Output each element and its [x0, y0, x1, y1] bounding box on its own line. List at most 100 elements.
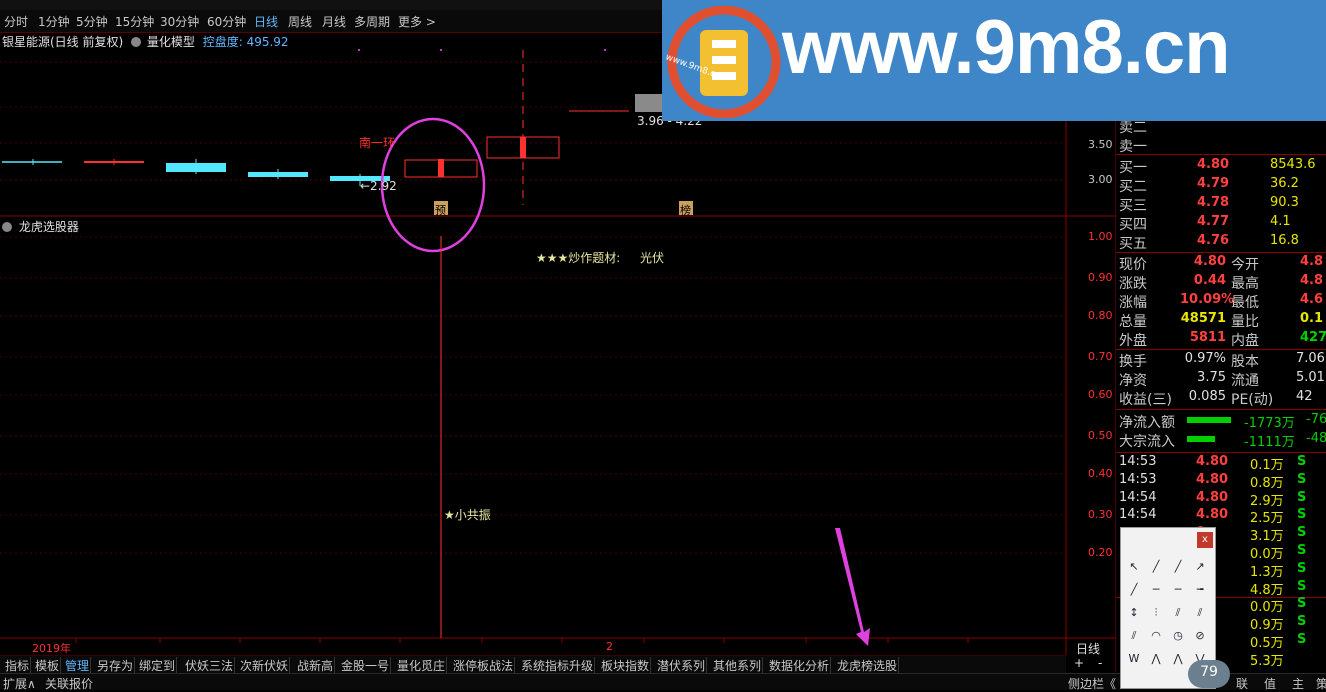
- pitchfork-icon[interactable]: ⫽: [1191, 604, 1209, 622]
- zigzag-icon[interactable]: ⋀: [1147, 650, 1165, 668]
- stat-value: 3.75: [1197, 370, 1226, 385]
- indicator-tab[interactable]: 模板: [34, 657, 62, 674]
- y-tick-sub: 1.00: [1088, 230, 1113, 243]
- vline-icon[interactable]: ↕: [1125, 604, 1143, 622]
- signal-dot: [604, 49, 606, 51]
- line-icon[interactable]: ╱: [1147, 558, 1165, 576]
- arc-icon[interactable]: ◠: [1147, 627, 1165, 645]
- flow-extra: -76: [1306, 412, 1326, 427]
- indicator-tab[interactable]: 龙虎榜选股: [836, 657, 900, 674]
- ray-icon[interactable]: ╱: [1169, 558, 1187, 576]
- stat-label: 内盘: [1231, 333, 1259, 349]
- tick-time: 14:54: [1119, 507, 1157, 523]
- stat-label: 收益(三): [1119, 392, 1172, 408]
- status-item[interactable]: 策: [1316, 675, 1326, 692]
- gann-icon[interactable]: ⫽: [1125, 627, 1143, 645]
- buy-level-label: 买一: [1119, 160, 1147, 176]
- status-item[interactable]: 联: [1236, 675, 1248, 692]
- parallel-icon[interactable]: ─: [1169, 581, 1187, 599]
- cycle-icon[interactable]: ⊘: [1191, 627, 1209, 645]
- stat-label: 净资: [1119, 373, 1147, 389]
- tick-side: S: [1297, 578, 1307, 594]
- candle-6-volume-mark: [438, 159, 444, 177]
- indicator-tab[interactable]: 指标: [4, 657, 32, 674]
- sub-chart-title[interactable]: 龙虎选股器: [19, 220, 79, 234]
- hline-icon[interactable]: ─: [1147, 581, 1165, 599]
- wave-icon[interactable]: W: [1125, 650, 1143, 668]
- extend-icon[interactable]: ╼: [1191, 581, 1209, 599]
- indicator-tab[interactable]: 伏妖三法: [184, 657, 236, 674]
- tick-volume: 0.1万: [1250, 458, 1284, 473]
- watermark-text: www.9m8.cn: [782, 5, 1231, 90]
- tick-volume: 5.3万: [1250, 653, 1284, 669]
- buy-level-price: 4.80: [1197, 157, 1230, 172]
- related-quote-button[interactable]: 关联报价: [45, 675, 93, 692]
- buy-level-volume: 8543.6: [1270, 157, 1316, 172]
- tick-volume: 3.1万: [1250, 529, 1284, 545]
- year-label: 2019年: [32, 642, 71, 655]
- y-tick-sub: 0.50: [1088, 429, 1113, 442]
- toolbox-close-button[interactable]: x: [1197, 532, 1213, 548]
- indicator-tab[interactable]: 次新伏妖: [239, 657, 291, 674]
- segment-icon[interactable]: ╱: [1125, 581, 1143, 599]
- tick-side: S: [1297, 525, 1307, 541]
- tick-side: S: [1297, 632, 1307, 647]
- indicator-tab[interactable]: 战新高: [296, 657, 336, 674]
- indicator-tab[interactable]: 系统指标升级: [520, 657, 596, 674]
- tick-price: 4.80: [1196, 454, 1229, 469]
- stat-label: 现价: [1119, 257, 1147, 273]
- panel-divider: [1116, 154, 1326, 155]
- expand-button[interactable]: 扩展∧: [3, 675, 36, 692]
- sub-chart-header: 龙虎选股器: [2, 218, 79, 235]
- theme-value: 光伏: [640, 251, 665, 265]
- sidebar-toggle[interactable]: 侧边栏《: [1068, 675, 1116, 692]
- indicator-tabs: 指标 模板 管理 另存为 绑定到 伏妖三法 次新伏妖 战新高 金股一号 量化觅庄 涨停板战法 系统指标…: [0, 655, 1066, 674]
- indicator-tab[interactable]: 绑定到: [138, 657, 178, 674]
- status-item[interactable]: 值: [1264, 675, 1276, 692]
- stat-label: 换手: [1119, 354, 1147, 370]
- sell-level-label: 卖一: [1119, 139, 1147, 155]
- status-item[interactable]: 主: [1292, 675, 1304, 692]
- month-label: 2: [606, 640, 613, 653]
- stat-value: 7.06: [1296, 351, 1325, 366]
- indicator-tab[interactable]: 板块指数: [600, 657, 652, 674]
- stat-label: 流通: [1231, 373, 1259, 389]
- arrow-icon[interactable]: ↗: [1191, 558, 1209, 576]
- tick-side: S: [1297, 543, 1307, 558]
- stat-value: 4.6: [1300, 292, 1324, 307]
- stat-label: 涨幅: [1119, 295, 1147, 311]
- stat-value: 0.44: [1193, 273, 1226, 288]
- y-tick-sub: 0.20: [1088, 546, 1113, 559]
- period-label[interactable]: 日线: [1076, 640, 1100, 657]
- zoom-out-button[interactable]: -: [1098, 656, 1102, 670]
- cursor-icon[interactable]: ↖: [1125, 558, 1143, 576]
- indicator-tab[interactable]: 潜伏系列: [656, 657, 708, 674]
- circle-icon[interactable]: ◷: [1169, 627, 1187, 645]
- tick-volume: 0.0万: [1250, 600, 1284, 616]
- tick-side: S: [1297, 596, 1307, 612]
- buy-level-volume: 4.1: [1270, 214, 1291, 229]
- volume-badge[interactable]: 79: [1188, 660, 1230, 688]
- watermark-banner: www.9m8.cn www.9m8.cn: [662, 0, 1326, 121]
- indicator-tab[interactable]: 其他系列: [712, 657, 764, 674]
- fib-icon[interactable]: ⫶: [1147, 604, 1165, 622]
- indicator-tab[interactable]: 数据化分析: [768, 657, 832, 674]
- flow-bar: [1187, 436, 1215, 442]
- indicator-tab[interactable]: 金股一号: [340, 657, 392, 674]
- signal-dot: [358, 49, 360, 51]
- indicator-tab[interactable]: 另存为: [96, 657, 136, 674]
- tick-side: S: [1297, 471, 1307, 487]
- y-tick-sub: 0.30: [1088, 508, 1113, 521]
- candles: [2, 49, 665, 205]
- indicator-tab[interactable]: 量化觅庄: [396, 657, 448, 674]
- stat-value: 48571: [1180, 311, 1226, 326]
- tick-price: 4.80: [1196, 507, 1229, 523]
- tick-volume: 1.3万: [1250, 564, 1284, 580]
- indicator-tab[interactable]: 管理: [64, 657, 92, 674]
- pattern-icon[interactable]: ⋀: [1169, 650, 1187, 668]
- zoom-in-button[interactable]: +: [1074, 656, 1084, 670]
- tick-side: S: [1297, 507, 1307, 523]
- sub-chart-toggle-icon[interactable]: [2, 222, 12, 232]
- channel-icon[interactable]: ⫽: [1169, 604, 1187, 622]
- indicator-tab[interactable]: 涨停板战法: [452, 657, 516, 674]
